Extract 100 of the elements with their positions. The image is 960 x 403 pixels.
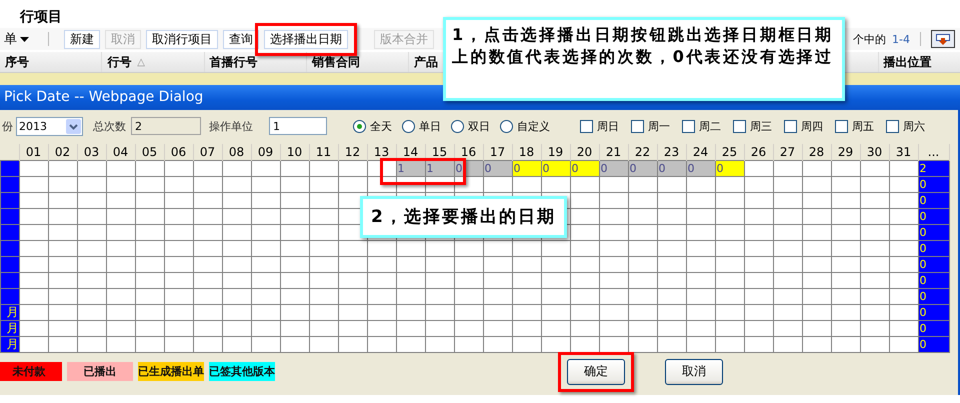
legend-chip: 已播出 — [67, 362, 133, 381]
day-header: 06 — [164, 144, 193, 160]
weekday-checkbox[interactable]: 周二 — [682, 118, 721, 134]
weekday-checkbox[interactable]: 周六 — [886, 118, 925, 134]
pager-label: 个中的 — [853, 32, 886, 46]
day-header: 20 — [570, 144, 599, 160]
count-cell: 0 — [918, 256, 949, 272]
count-cell: 0 — [918, 192, 949, 208]
annotation-tooltip: 2，选择要播出的日期 — [360, 196, 567, 238]
year-select[interactable]: 2013 — [16, 116, 83, 136]
toolbar-button[interactable]: 选择播出日期 — [264, 30, 348, 48]
day-header: 24 — [686, 144, 715, 160]
column-header[interactable]: 播出位置 — [878, 52, 960, 72]
day-header: 11 — [309, 144, 338, 160]
weekday-checkbox[interactable]: 周三 — [733, 118, 772, 134]
date-cell[interactable]: 1 — [425, 160, 454, 176]
count-cell: 0 — [918, 304, 949, 320]
row-label: 月 — [0, 304, 19, 320]
dialog-button[interactable]: 确定 — [567, 358, 625, 384]
count-cell: 0 — [918, 224, 949, 240]
pager-range: 1-4 — [892, 32, 910, 46]
annotation-tooltip: 1，点击选择播出日期按钮跳出选择日期框日期上的数值代表选择的次数，0代表还没有选择过 — [443, 17, 845, 101]
day-header: 05 — [135, 144, 164, 160]
field-label: 份 — [2, 118, 13, 134]
day-header: 01 — [19, 144, 48, 160]
column-header[interactable]: 行号 △ — [102, 52, 205, 72]
date-cell[interactable]: 1 — [396, 160, 425, 176]
day-header: 17 — [483, 144, 512, 160]
legend-chip: 未付款 — [0, 362, 62, 381]
day-header: 02 — [48, 144, 77, 160]
count-cell: 0 — [918, 208, 949, 224]
row-label: 月 — [0, 336, 19, 352]
weekday-checkbox[interactable]: 周一 — [631, 118, 670, 134]
column-label: 播出位置 — [884, 54, 932, 70]
day-header: 19 — [541, 144, 570, 160]
dropdown-icon — [66, 118, 81, 134]
weekday-checkbox[interactable]: 周五 — [835, 118, 874, 134]
legend-chip: 已生成播出单 — [138, 362, 204, 381]
day-header: 04 — [106, 144, 135, 160]
radio-option[interactable]: 自定义 — [500, 118, 550, 134]
sort-icon: △ — [137, 56, 145, 68]
count-cell: 0 — [918, 288, 949, 304]
column-label: 首播行号 — [210, 54, 258, 70]
day-header: 22 — [628, 144, 657, 160]
count-cell: 0 — [918, 176, 949, 192]
toolbar-button[interactable]: 取消行项目 — [146, 30, 218, 48]
date-cell[interactable]: 0 — [541, 160, 570, 176]
column-label: 行号 — [107, 54, 132, 70]
date-cell[interactable]: 0 — [686, 160, 715, 176]
weekday-checkbox[interactable]: 周四 — [784, 118, 823, 134]
day-header: 26 — [744, 144, 773, 160]
weekday-checkbox[interactable]: 周日 — [580, 118, 619, 134]
day-header: 08 — [222, 144, 251, 160]
radio-option[interactable]: 双日 — [451, 118, 490, 134]
count-cell: 0 — [918, 272, 949, 288]
date-cell[interactable]: 0 — [570, 160, 599, 176]
day-header: 25 — [715, 144, 744, 160]
day-header: 07 — [193, 144, 222, 160]
field-label: 总次数 — [93, 118, 126, 134]
column-label: 销售合同 — [312, 54, 360, 70]
column-header[interactable]: 序号 — [0, 52, 102, 72]
date-cell[interactable]: 0 — [715, 160, 744, 176]
radio-option[interactable]: 全天 — [353, 118, 392, 134]
section-title: 行项目 — [18, 8, 63, 27]
day-header: 21 — [599, 144, 628, 160]
column-label: 序号 — [5, 54, 29, 70]
menu-button[interactable]: 单 — [0, 30, 33, 48]
day-header: 30 — [860, 144, 889, 160]
count-cell: 0 — [918, 336, 949, 352]
day-header: 10 — [280, 144, 309, 160]
date-cell[interactable]: 0 — [512, 160, 541, 176]
toolbar-button[interactable]: 新建 — [64, 30, 100, 48]
unit-input[interactable]: 1 — [269, 117, 327, 135]
date-cell[interactable]: 0 — [483, 160, 512, 176]
day-header: 03 — [77, 144, 106, 160]
radio-option[interactable]: 单日 — [402, 118, 441, 134]
column-label: 产品 — [414, 54, 438, 70]
count-cell: 0 — [918, 320, 949, 336]
export-button[interactable] — [931, 30, 955, 48]
download-icon — [936, 34, 950, 44]
total-header: ... — [918, 144, 949, 160]
day-header: 27 — [773, 144, 802, 160]
total-field: 2 — [131, 117, 201, 135]
date-cell[interactable]: 0 — [657, 160, 686, 176]
day-header: 29 — [831, 144, 860, 160]
day-header: 31 — [889, 144, 918, 160]
day-header: 12 — [338, 144, 367, 160]
date-cell[interactable]: 0 — [628, 160, 657, 176]
date-cell[interactable]: 0 — [599, 160, 628, 176]
column-header[interactable]: 首播行号 — [204, 52, 307, 72]
field-label: 操作单位 — [209, 118, 253, 134]
row-label: 月 — [0, 320, 19, 336]
legend-chip: 已签其他版本 — [209, 362, 275, 381]
day-header: 09 — [251, 144, 280, 160]
count-cell: 0 — [918, 240, 949, 256]
dialog-button[interactable]: 取消 — [665, 358, 723, 384]
day-header: 18 — [512, 144, 541, 160]
column-header[interactable]: 销售合同 — [306, 52, 410, 72]
caret-icon — [20, 36, 29, 42]
count-cell: 2 — [918, 160, 949, 176]
